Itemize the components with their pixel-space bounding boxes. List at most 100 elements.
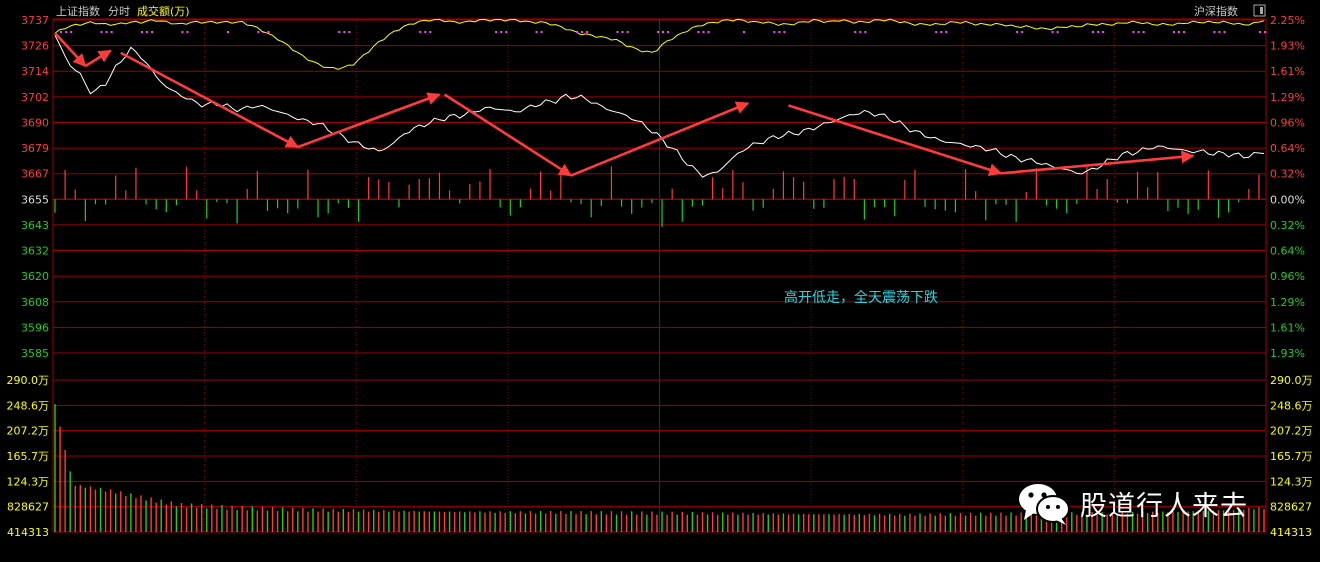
event-dot	[1258, 31, 1261, 33]
event-dot	[1021, 31, 1024, 33]
event-dot	[257, 31, 260, 33]
event-dot	[1142, 31, 1145, 33]
mode-label[interactable]: 分时	[108, 5, 130, 18]
event-dot	[1218, 31, 1221, 33]
right-tick-label: 0.00%	[1270, 193, 1305, 206]
event-dot	[186, 31, 189, 33]
event-dot	[581, 31, 584, 33]
event-dot	[181, 31, 184, 33]
right-tick-label: 0.96%	[1270, 270, 1305, 283]
event-dot	[864, 31, 867, 33]
event-dot	[778, 31, 781, 33]
event-dot	[742, 31, 745, 33]
event-dot	[348, 31, 351, 33]
event-dot	[1132, 31, 1135, 33]
event-dot	[226, 31, 229, 33]
event-dot	[1183, 31, 1186, 33]
event-dot	[424, 31, 427, 33]
market-label[interactable]: 沪深指数	[1194, 4, 1238, 18]
right-tick-label: 0.64%	[1270, 142, 1305, 155]
event-dot	[1223, 31, 1226, 33]
volume-tick-label: 124.3万	[7, 475, 50, 488]
event-dot	[945, 31, 948, 33]
event-dot	[576, 31, 579, 33]
event-dot	[667, 31, 670, 33]
event-dot	[1102, 31, 1105, 33]
left-tick-label: 3608	[21, 296, 49, 309]
left-tick-label: 3737	[21, 14, 49, 27]
volume-tick-label: 290.0万	[1270, 374, 1313, 387]
event-dot	[935, 31, 938, 33]
right-tick-label: 0.32%	[1270, 168, 1305, 181]
left-tick-label: 3702	[21, 91, 49, 104]
left-tick-label: 3585	[21, 347, 49, 360]
left-tick-label: 3726	[21, 40, 49, 53]
volume-tick-label: 207.2万	[1270, 425, 1313, 438]
event-dot	[267, 31, 270, 33]
right-tick-label: 1.93%	[1270, 347, 1305, 360]
left-tick-label: 3667	[21, 168, 49, 181]
right-tick-label: 0.64%	[1270, 245, 1305, 258]
right-tick-label: 0.96%	[1270, 116, 1305, 129]
left-tick-label: 3643	[21, 219, 49, 232]
volume-tick-label: 207.2万	[7, 425, 50, 438]
volume-tick-label: 290.0万	[7, 374, 50, 387]
volume-tick-label: 414313	[1270, 526, 1312, 539]
right-tick-label: 0.32%	[1270, 219, 1305, 232]
left-tick-label: 3690	[21, 116, 49, 129]
chart-annotation: 高开低走，全天震荡下跌	[784, 289, 938, 306]
event-dot	[429, 31, 432, 33]
right-tick-label: 1.93%	[1270, 40, 1305, 53]
event-dot	[1264, 31, 1266, 33]
event-dot	[500, 31, 503, 33]
event-dot	[1178, 31, 1181, 33]
index-name[interactable]: 上证指数	[56, 4, 100, 18]
event-dot	[540, 31, 543, 33]
event-dot	[338, 31, 341, 33]
left-tick-label: 3620	[21, 270, 49, 283]
event-dot	[495, 31, 498, 33]
event-dot	[1097, 31, 1100, 33]
event-dot	[419, 31, 422, 33]
event-dot	[535, 31, 538, 33]
left-tick-label: 3632	[21, 245, 49, 258]
event-dot	[616, 31, 619, 33]
event-dot	[707, 31, 710, 33]
volume-tick-label: 248.6万	[1270, 399, 1313, 412]
event-dot	[783, 31, 786, 33]
event-dot	[1056, 31, 1059, 33]
volume-tick-label: 124.3万	[1270, 475, 1313, 488]
intraday-chart: 3737 3726 3714 3702 3690 3679 3667 3655 3643 3632…	[0, 0, 1320, 562]
volume-tick-label: 414313	[7, 526, 49, 539]
event-dot	[100, 31, 103, 33]
watermark-text: 股道行人来去	[1080, 490, 1248, 522]
watermark: 股道行人来去	[1016, 480, 1248, 526]
wechat-icon	[1019, 484, 1070, 525]
event-dot	[586, 31, 589, 33]
event-dot	[262, 31, 265, 33]
event-dot	[105, 31, 108, 33]
event-dot	[110, 31, 113, 33]
event-dot	[60, 31, 63, 33]
event-dot	[1172, 31, 1175, 33]
event-dot	[140, 31, 143, 33]
event-dot	[940, 31, 943, 33]
right-tick-label: 1.61%	[1270, 321, 1305, 334]
volume-tick-label: 165.7万	[1270, 450, 1313, 463]
event-dot	[1016, 31, 1019, 33]
volume-label[interactable]: 成交额(万)	[137, 4, 190, 18]
event-dot	[505, 31, 508, 33]
event-dot	[70, 31, 73, 33]
right-tick-label: 1.29%	[1270, 296, 1305, 309]
left-tick-label: 3679	[21, 142, 49, 155]
event-dot	[662, 31, 665, 33]
left-tick-label: 3655	[21, 193, 49, 206]
event-dot	[1092, 31, 1095, 33]
left-tick-label: 3596	[21, 321, 49, 334]
event-dot	[1051, 31, 1054, 33]
event-dot	[65, 31, 68, 33]
right-tick-label: 1.29%	[1270, 91, 1305, 104]
event-dot	[1213, 31, 1216, 33]
event-dot	[702, 31, 705, 33]
event-dot	[1137, 31, 1140, 33]
